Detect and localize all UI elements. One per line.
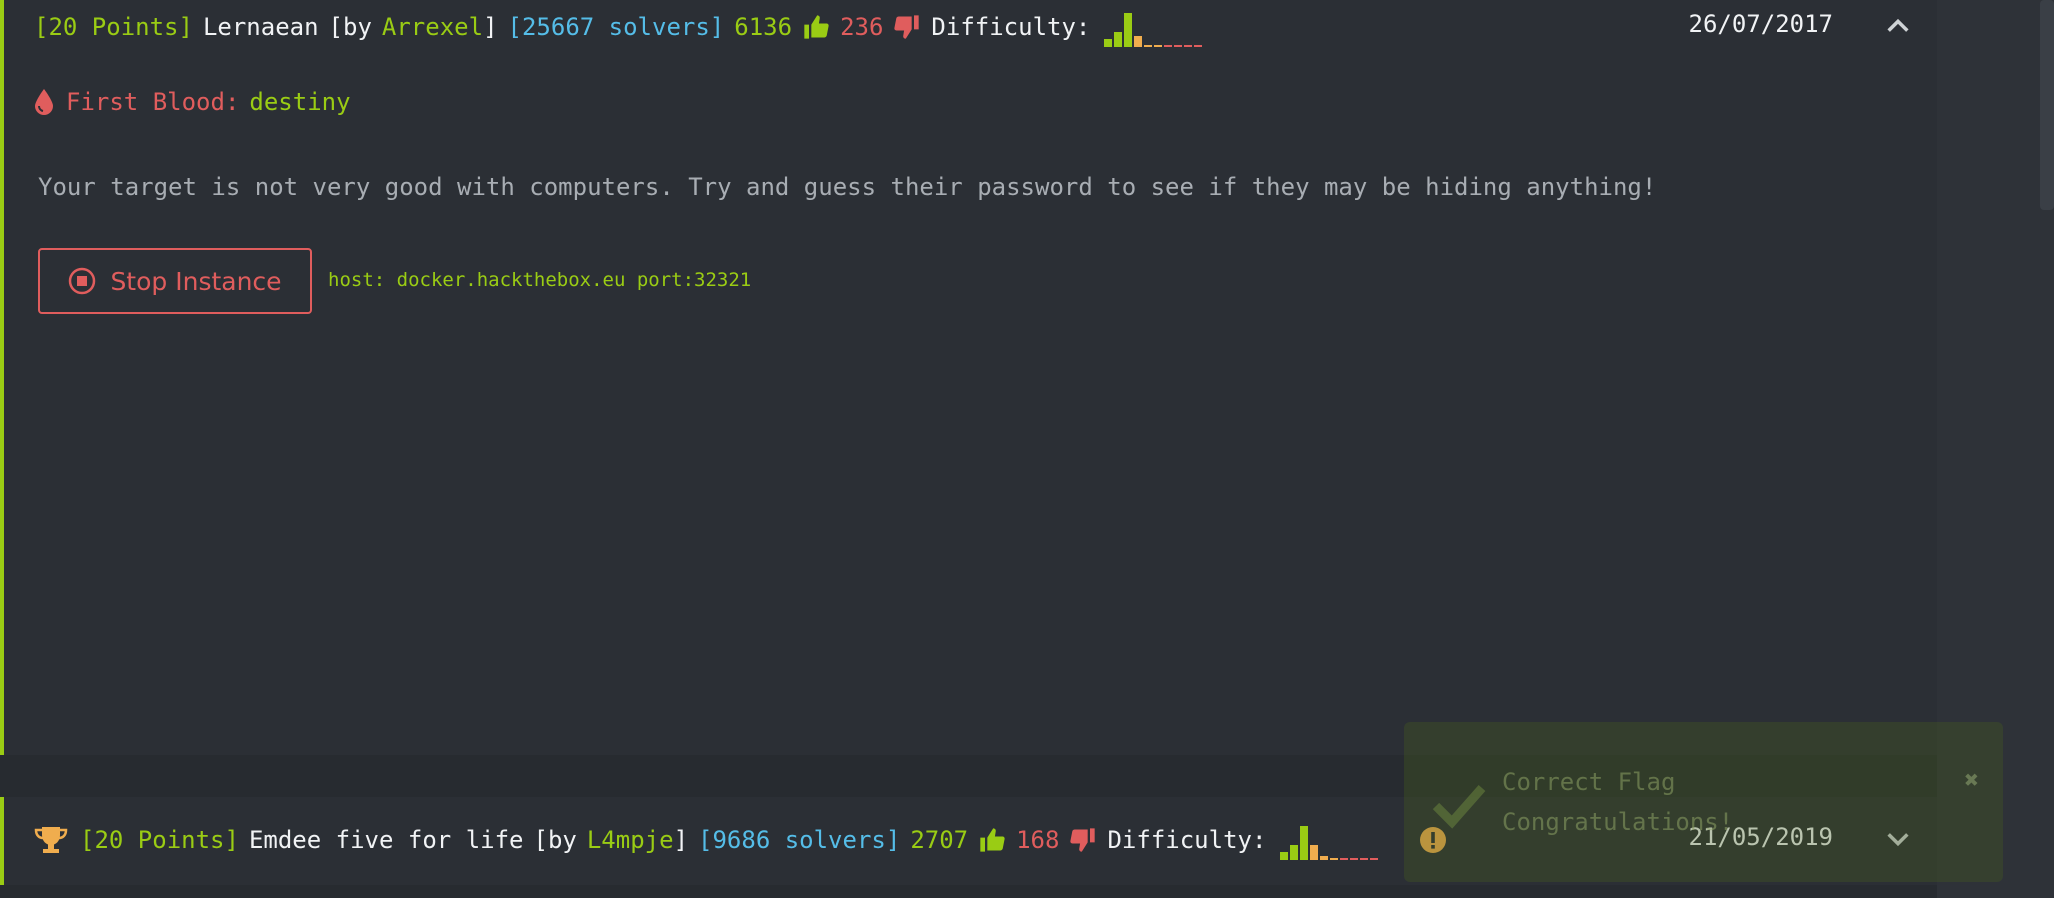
host-info: host: docker.hackthebox.eu port:32321 (328, 269, 752, 291)
difficulty-bar (1290, 845, 1299, 860)
likes-count: 6136 (734, 13, 793, 41)
difficulty-bar-empty (1360, 858, 1369, 860)
thumbs-down-icon[interactable] (893, 12, 921, 42)
likes-count: 2707 (910, 826, 969, 854)
by-prefix: [by (328, 13, 372, 41)
difficulty-bar (1280, 852, 1289, 860)
difficulty-bar-empty (1330, 858, 1339, 860)
challenge-author[interactable]: Arrexel (382, 13, 483, 41)
difficulty-label: Difficulty: (1107, 826, 1267, 854)
difficulty-bar-empty (1174, 45, 1183, 47)
difficulty-bar-empty (1164, 45, 1173, 47)
difficulty-bar (1320, 856, 1329, 860)
by-suffix: ] (673, 826, 689, 854)
scrollbar-thumb[interactable] (2040, 0, 2054, 210)
challenges-page: [20 Points] Lernaean [by Arrexel ] [2566… (0, 0, 2054, 898)
toast-title: Correct Flag (1502, 768, 1676, 796)
challenge-author[interactable]: L4mpje (587, 826, 674, 854)
blood-drop-icon (35, 89, 53, 115)
difficulty-bar-empty (1154, 45, 1163, 47)
by-prefix: [by (533, 826, 577, 854)
difficulty-bar-empty (1184, 45, 1193, 47)
difficulty-bar-empty (1370, 858, 1379, 860)
challenge-name: Lernaean (202, 13, 319, 41)
release-date: 26/07/2017 (1688, 10, 1834, 38)
difficulty-bar-empty (1340, 858, 1349, 860)
first-blood-label: First Blood: (66, 88, 240, 116)
challenge-panel-lernaean: [20 Points] Lernaean [by Arrexel ] [2566… (0, 0, 1937, 755)
challenge-points: [20 Points] (80, 826, 239, 854)
stop-instance-button[interactable]: Stop Instance (38, 248, 312, 314)
challenge-header[interactable]: [20 Points] Emdee five for life [by L4mp… (34, 819, 1379, 861)
challenge-name: Emdee five for life (248, 826, 524, 854)
dislikes-count: 236 (840, 13, 884, 41)
difficulty-bar-empty (1194, 45, 1203, 47)
checkmark-icon (1432, 785, 1486, 829)
difficulty-bar (1134, 36, 1143, 47)
difficulty-chart (1104, 7, 1203, 47)
difficulty-bar-empty (1350, 858, 1359, 860)
thumbs-down-icon[interactable] (1069, 825, 1097, 855)
challenge-points: [20 Points] (34, 13, 193, 41)
dislikes-count: 168 (1016, 826, 1060, 854)
thumbs-up-icon[interactable] (802, 12, 830, 42)
difficulty-bar (1114, 32, 1123, 47)
chevron-up-icon[interactable] (1884, 12, 1912, 40)
difficulty-bar (1300, 826, 1309, 860)
toast-message: Congratulations! (1502, 808, 1734, 836)
close-icon[interactable]: ✖ (1965, 766, 1979, 794)
by-suffix: ] (483, 13, 498, 41)
stop-circle-icon (69, 267, 96, 295)
first-blood-user[interactable]: destiny (249, 88, 350, 116)
challenge-header[interactable]: [20 Points] Lernaean [by Arrexel ] [2566… (34, 6, 1203, 48)
difficulty-chart (1280, 820, 1379, 860)
difficulty-bar (1104, 39, 1113, 47)
difficulty-bar (1310, 845, 1319, 860)
trophy-icon (34, 827, 68, 853)
success-toast[interactable]: Correct Flag Congratulations! ✖ (1404, 722, 2003, 882)
difficulty-bar (1124, 13, 1133, 47)
difficulty-label: Difficulty: (931, 13, 1091, 41)
difficulty-bar-empty (1144, 45, 1153, 47)
stop-instance-label: Stop Instance (110, 266, 282, 296)
thumbs-up-icon[interactable] (978, 825, 1006, 855)
solvers-count: [9686 solvers] (698, 826, 901, 854)
solvers-count: [25667 solvers] (507, 13, 725, 41)
first-blood: First Blood: destiny (34, 88, 351, 116)
challenge-description: Your target is not very good with comput… (38, 173, 1657, 201)
